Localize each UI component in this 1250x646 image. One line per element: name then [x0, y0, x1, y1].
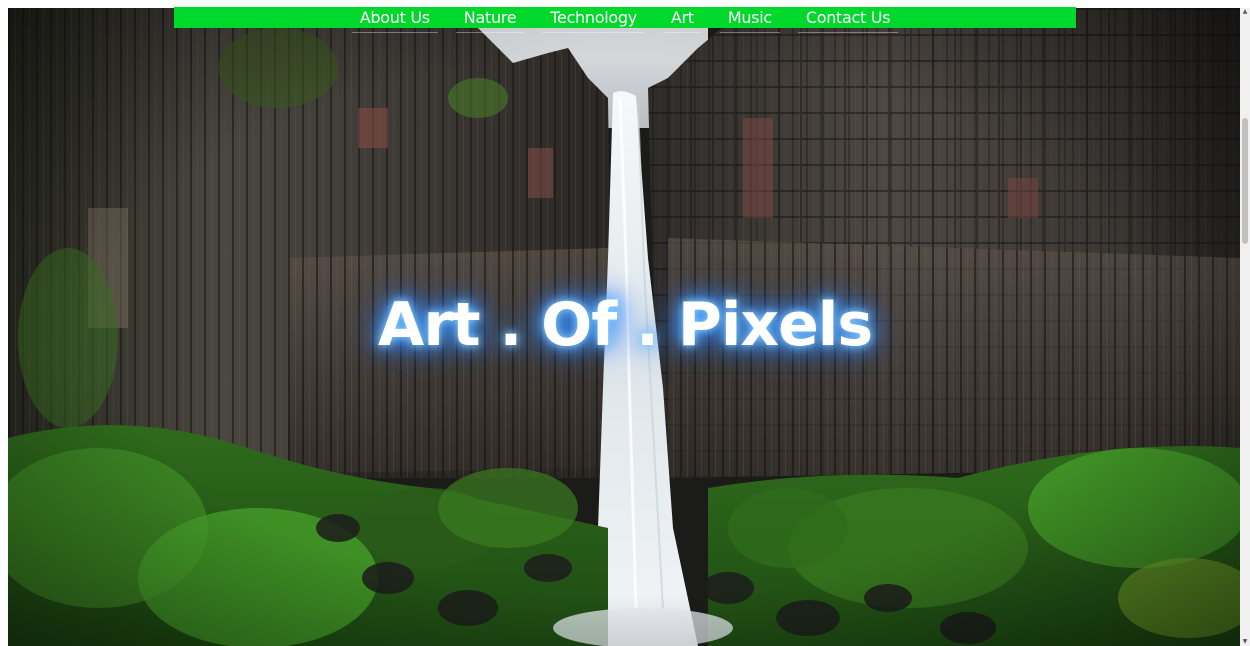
nav-link-nature[interactable]: Nature — [455, 7, 525, 33]
page-scrollbar[interactable]: ▲ ▼ — [1240, 8, 1250, 646]
nav-link-music[interactable]: Music — [719, 7, 780, 33]
hero-title: Art . Of . Pixels — [377, 290, 873, 360]
scrollbar-thumb[interactable] — [1242, 118, 1248, 244]
nav-link-about-us[interactable]: About Us — [351, 7, 438, 33]
nav-link-technology[interactable]: Technology — [542, 7, 645, 33]
scroll-down-arrow-icon[interactable]: ▼ — [1240, 638, 1250, 646]
nav-link-contact-us[interactable]: Contact Us — [797, 7, 899, 33]
page: About Us Nature Technology Art Music Con… — [0, 0, 1250, 646]
nav-link-art[interactable]: Art — [662, 7, 702, 33]
scroll-up-arrow-icon[interactable]: ▲ — [1240, 8, 1250, 16]
top-navbar: About Us Nature Technology Art Music Con… — [174, 7, 1076, 33]
